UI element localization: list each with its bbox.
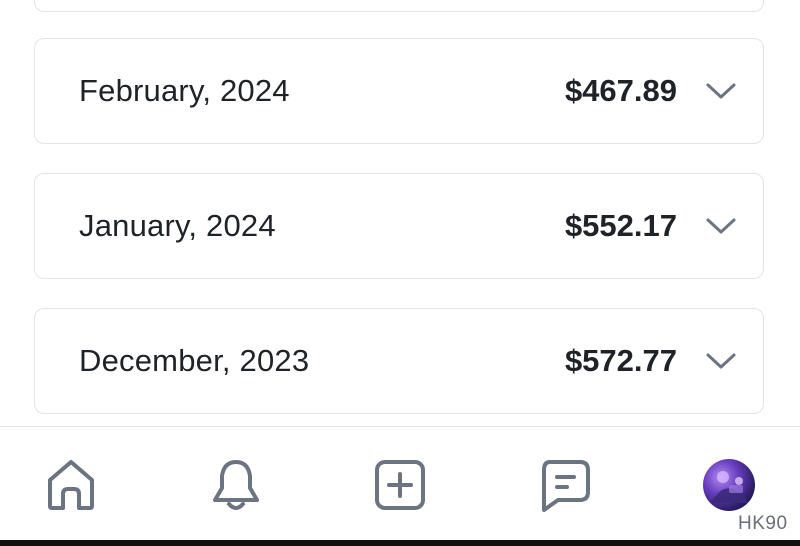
nav-notifications[interactable]	[206, 455, 266, 515]
plus-square-icon	[375, 460, 425, 510]
month-card-december-2023[interactable]: December, 2023 $572.77	[34, 308, 764, 414]
month-label: February, 2024	[79, 73, 290, 108]
month-card-february-2024[interactable]: February, 2024 $467.89	[34, 38, 764, 144]
chevron-down-icon[interactable]	[705, 351, 737, 371]
month-amount: $552.17	[564, 208, 677, 243]
month-card-partial[interactable]	[34, 0, 764, 12]
bell-icon	[213, 460, 259, 510]
system-bar	[0, 540, 800, 546]
month-card-january-2024[interactable]: January, 2024 $552.17	[34, 173, 764, 279]
avatar[interactable]	[703, 459, 755, 511]
nav-home[interactable]	[41, 455, 101, 515]
message-icon	[542, 460, 590, 512]
profile-label: HK90	[738, 513, 788, 534]
month-label: December, 2023	[79, 343, 310, 378]
chevron-down-icon[interactable]	[705, 81, 737, 101]
bottom-navigation: HK90	[0, 426, 800, 540]
month-amount: $572.77	[564, 343, 677, 378]
month-label: January, 2024	[79, 208, 276, 243]
monthly-summary-list: February, 2024 $467.89 January, 2024 $55…	[0, 0, 800, 426]
month-amount: $467.89	[564, 73, 677, 108]
nav-messages[interactable]	[535, 455, 595, 515]
avatar-image	[711, 471, 749, 503]
nav-create[interactable]	[370, 455, 430, 515]
home-icon	[48, 460, 94, 510]
chevron-down-icon[interactable]	[705, 216, 737, 236]
